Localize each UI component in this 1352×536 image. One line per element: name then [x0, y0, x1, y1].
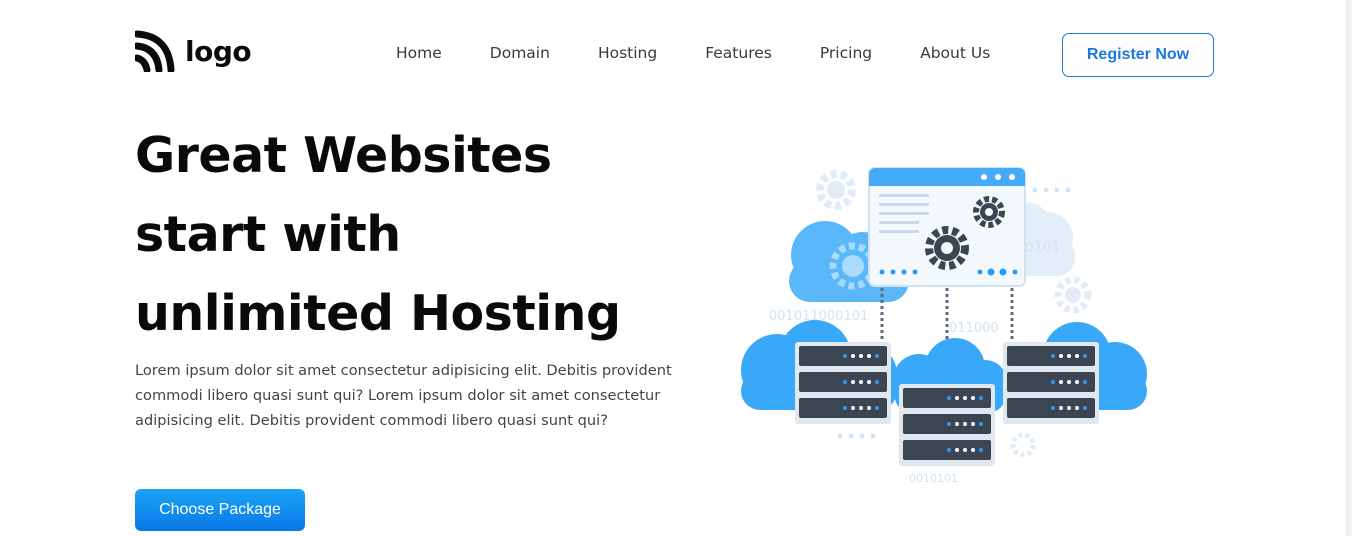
cloud-hosting-illustration: 0101 001011000101 011000 0010101 [741, 167, 1147, 485]
binary-text-1: 0101 [1025, 240, 1061, 256]
hero-title-line-1: Great Websites [135, 127, 552, 184]
server-rack-icon [795, 342, 891, 424]
nav-item-domain[interactable]: Domain [490, 44, 550, 62]
server-rack-icon [1003, 342, 1099, 424]
gear-icon [1054, 276, 1092, 314]
gear-icon [816, 170, 856, 210]
rss-feed-icon [135, 30, 175, 72]
nav-item-pricing[interactable]: Pricing [820, 44, 872, 62]
logo-text: logo [185, 34, 252, 68]
nav-item-features[interactable]: Features [705, 44, 772, 62]
nav-item-home[interactable]: Home [396, 44, 442, 62]
hero-title: Great Websites start with unlimited Host… [135, 116, 695, 353]
main-nav: Home Domain Hosting Features Pricing Abo… [396, 44, 990, 62]
hero-title-line-2: start with [135, 206, 401, 263]
server-rack-icon [899, 384, 995, 466]
nav-item-about-us[interactable]: About Us [920, 44, 990, 62]
nav-item-hosting[interactable]: Hosting [598, 44, 657, 62]
site-header: logo Home Domain Hosting Features Pricin… [135, 28, 1215, 80]
binary-text-3: 011000 [949, 321, 999, 336]
browser-window-icon [868, 167, 1026, 287]
binary-text-4: 0010101 [909, 472, 958, 485]
hero-description: Lorem ipsum dolor sit amet consectetur a… [135, 362, 672, 429]
choose-package-button[interactable]: Choose Package [135, 489, 305, 531]
page-scrollbar[interactable] [1346, 0, 1352, 536]
gear-icon [1010, 432, 1036, 458]
logo[interactable]: logo [135, 30, 252, 72]
register-now-button[interactable]: Register Now [1062, 33, 1214, 77]
hero-title-line-3: unlimited Hosting [135, 285, 621, 342]
